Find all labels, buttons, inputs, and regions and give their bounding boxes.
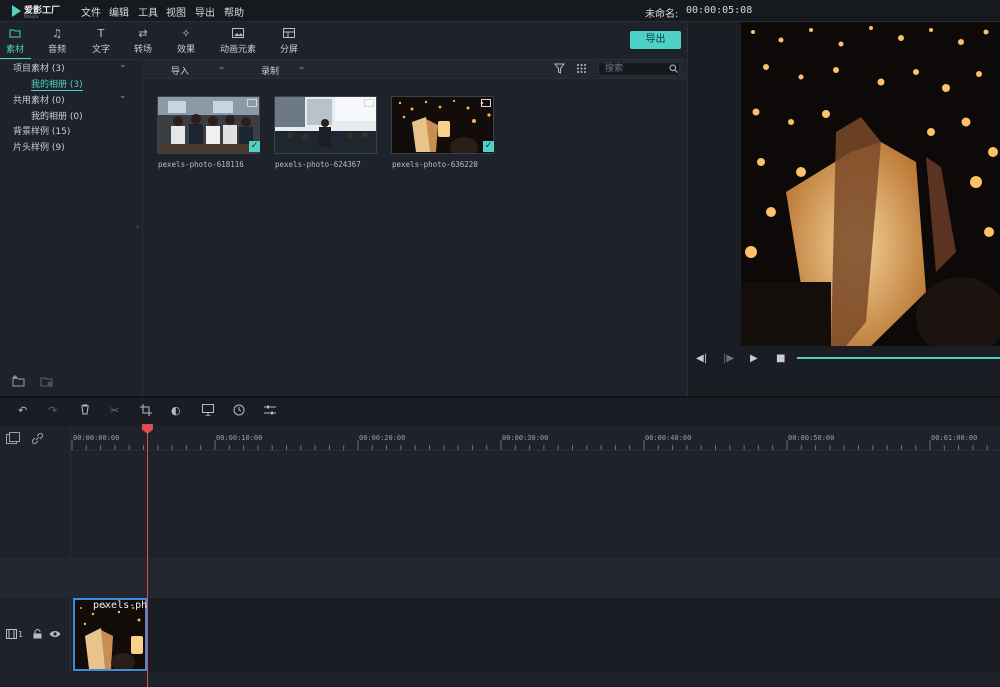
clip-title: pexels-ph bbox=[93, 600, 148, 611]
folder-icon bbox=[8, 28, 22, 40]
tab-label: 音频 bbox=[47, 45, 66, 55]
image-icon bbox=[231, 28, 245, 40]
ruler-label: 00:00:30:00 bbox=[502, 434, 549, 442]
cut-icon[interactable]: ✂ bbox=[110, 404, 119, 417]
tab-transition[interactable]: ⇄ 转场 bbox=[121, 26, 165, 58]
collapse-panel-icon[interactable]: ‹ bbox=[136, 222, 139, 231]
image-type-icon bbox=[247, 99, 257, 107]
menu-export[interactable]: 导出 bbox=[195, 4, 215, 19]
track-number: 1 bbox=[18, 630, 24, 639]
lock-icon[interactable] bbox=[33, 629, 42, 642]
menu-help[interactable]: 帮助 bbox=[224, 4, 244, 19]
ruler-label: 00:00:20:00 bbox=[359, 434, 406, 442]
filter-icon[interactable] bbox=[553, 63, 566, 77]
adjust-icon[interactable] bbox=[264, 404, 276, 419]
image-type-icon bbox=[481, 99, 491, 107]
playhead-line[interactable] bbox=[147, 426, 148, 687]
tab-label: 分屏 bbox=[279, 45, 298, 55]
ruler-label: 00:00:10:00 bbox=[216, 434, 263, 442]
record-dropdown[interactable]: 录制 bbox=[261, 64, 279, 77]
music-note-icon: ♫ bbox=[52, 27, 62, 40]
effects-icon: ✧ bbox=[181, 27, 191, 40]
app-logo: 爱影工厂 filmora bbox=[12, 3, 62, 19]
tab-elements[interactable]: 动画元素 bbox=[216, 26, 260, 58]
media-name: pexels-photo-618116 bbox=[158, 160, 244, 169]
play-icon[interactable]: ▶ bbox=[750, 353, 758, 364]
step-forward-icon[interactable]: |▶ bbox=[723, 353, 734, 364]
preview-viewer bbox=[741, 22, 1000, 346]
color-icon[interactable]: ◐ bbox=[171, 404, 181, 417]
media-thumbnail[interactable] bbox=[391, 96, 494, 154]
redo-icon[interactable]: ↷ bbox=[48, 404, 57, 417]
image-type-icon bbox=[364, 99, 374, 107]
search-input[interactable]: 搜索 bbox=[598, 62, 680, 76]
media-name: pexels-photo-636220 bbox=[392, 160, 478, 169]
chevron-down-icon[interactable]: ⌄ bbox=[119, 91, 127, 101]
tab-split-screen[interactable]: 分屏 bbox=[267, 26, 311, 58]
media-thumbnail[interactable] bbox=[274, 96, 377, 154]
tab-label: 效果 bbox=[176, 45, 195, 55]
menu-file[interactable]: 文件 bbox=[81, 4, 101, 19]
playback-progress-bar[interactable] bbox=[797, 357, 1000, 359]
library-item-my-album[interactable]: 我的相册 (3) bbox=[31, 77, 83, 91]
stop-icon[interactable]: ■ bbox=[776, 353, 785, 364]
track-divider bbox=[0, 558, 1000, 598]
transition-icon: ⇄ bbox=[138, 27, 148, 40]
undo-icon[interactable]: ↶ bbox=[18, 404, 27, 417]
green-screen-icon[interactable] bbox=[202, 404, 214, 419]
library-item-backgrounds[interactable]: 背景样例 (15) bbox=[13, 124, 70, 137]
tab-audio[interactable]: ♫ 音频 bbox=[35, 26, 79, 58]
tab-media[interactable]: 素材 bbox=[0, 26, 37, 60]
menu-edit[interactable]: 编辑 bbox=[109, 4, 129, 19]
ruler-label: 00:00:00:00 bbox=[73, 434, 120, 442]
logo-subtext: filmora bbox=[24, 14, 39, 19]
checkmark-icon: ✓ bbox=[483, 141, 494, 152]
library-item-shared-media[interactable]: 共用素材 (0) bbox=[13, 93, 65, 106]
step-back-icon[interactable]: ◀| bbox=[696, 353, 707, 364]
track-footer bbox=[0, 672, 1000, 687]
checkmark-icon: ✓ bbox=[249, 141, 260, 152]
tab-effects[interactable]: ✧ 效果 bbox=[164, 26, 208, 58]
chevron-down-icon[interactable]: ⌄ bbox=[218, 62, 226, 72]
logo-icon bbox=[12, 5, 21, 17]
eye-icon[interactable] bbox=[49, 630, 61, 641]
clock-icon[interactable] bbox=[233, 404, 245, 419]
media-name: pexels-photo-624367 bbox=[275, 160, 361, 169]
delete-icon[interactable] bbox=[80, 404, 90, 418]
export-button[interactable]: 导出 bbox=[630, 31, 681, 49]
video-track-icon bbox=[6, 629, 17, 642]
search-icon[interactable] bbox=[669, 64, 678, 76]
menu-view[interactable]: 视图 bbox=[166, 4, 186, 19]
split-screen-icon bbox=[282, 28, 296, 40]
new-folder-icon[interactable] bbox=[12, 375, 26, 390]
ruler-label: 00:00:40:00 bbox=[645, 434, 692, 442]
document-duration: 00:00:05:08 bbox=[686, 5, 753, 16]
tab-label: 转场 bbox=[133, 45, 152, 55]
menu-tools[interactable]: 工具 bbox=[138, 4, 158, 19]
ruler-label: 00:01:00:00 bbox=[931, 434, 978, 442]
main-toolbar: 素材 ♫ 音频 T 文字 ⇄ 转场 ✧ 效果 动画元素 分屏 bbox=[0, 23, 686, 60]
chevron-down-icon[interactable]: ⌄ bbox=[298, 62, 306, 72]
import-dropdown[interactable]: 导入 bbox=[171, 64, 189, 77]
text-icon: T bbox=[97, 27, 105, 40]
crop-icon[interactable] bbox=[140, 404, 152, 419]
tab-label: 动画元素 bbox=[219, 45, 256, 55]
tab-label: 素材 bbox=[5, 45, 24, 55]
video-track-1[interactable] bbox=[71, 598, 1000, 672]
document-title: 未命名: bbox=[645, 9, 679, 20]
chevron-down-icon[interactable]: ⌄ bbox=[119, 60, 127, 70]
grid-view-icon[interactable] bbox=[576, 63, 587, 77]
library-item-shared-album[interactable]: 我的相册 (0) bbox=[31, 109, 83, 122]
media-thumbnail[interactable] bbox=[157, 96, 260, 154]
library-item-intros[interactable]: 片头样例 (9) bbox=[13, 140, 65, 153]
empty-track-area[interactable] bbox=[71, 451, 1000, 558]
track-header-column bbox=[0, 426, 71, 687]
tab-label: 文字 bbox=[91, 45, 110, 55]
ruler-label: 00:00:50:00 bbox=[788, 434, 835, 442]
library-item-project-media[interactable]: 项目素材 (3) bbox=[13, 61, 65, 74]
remove-folder-icon[interactable] bbox=[40, 375, 54, 390]
add-track-icon[interactable] bbox=[6, 432, 20, 447]
tab-text[interactable]: T 文字 bbox=[79, 26, 123, 58]
link-icon[interactable] bbox=[31, 432, 44, 448]
